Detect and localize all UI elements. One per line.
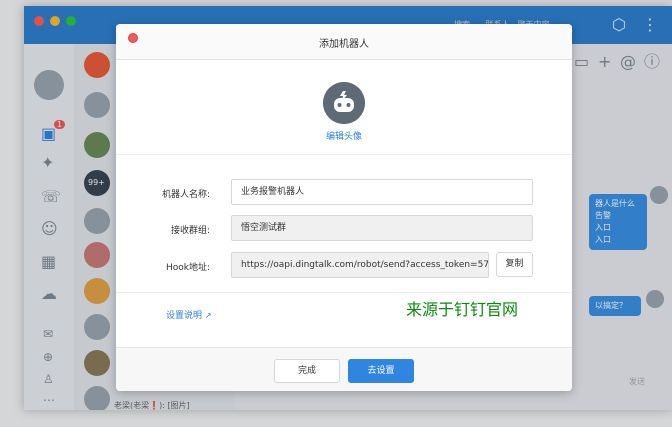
- robot-avatar[interactable]: [323, 82, 365, 124]
- receive-group-field: 悟空测试群: [231, 215, 533, 241]
- robot-icon: [323, 82, 365, 124]
- dialog-header: 添加机器人: [116, 24, 572, 60]
- done-button[interactable]: 完成: [274, 359, 340, 383]
- dialog-footer: 完成 去设置: [116, 347, 572, 391]
- receive-group-label: 接收群组:: [170, 226, 210, 236]
- edit-avatar-link[interactable]: 编辑头像: [116, 129, 572, 142]
- hook-url-field[interactable]: https://oapi.dingtalk.com/robot/send?acc…: [231, 252, 489, 278]
- divider: [116, 292, 572, 293]
- setup-help-link[interactable]: 设置说明 ↗: [166, 308, 212, 321]
- setup-help-label: 设置说明: [166, 311, 203, 321]
- robot-name-input[interactable]: 业务报警机器人: [231, 179, 533, 205]
- go-settings-button[interactable]: 去设置: [348, 359, 414, 383]
- robot-name-label: 机器人名称:: [161, 190, 210, 200]
- source-watermark: 来源于钉钉官网: [406, 300, 519, 319]
- hook-label: Hook地址:: [165, 263, 210, 273]
- add-robot-dialog: 添加机器人 编辑头像 机器人名称: 业务报警机器人 接收群组: 悟空测试群 Ho…: [116, 24, 572, 391]
- dialog-title: 添加机器人: [319, 39, 369, 50]
- divider: [116, 154, 572, 155]
- external-link-icon: ↗: [204, 311, 212, 320]
- copy-button[interactable]: 复制: [496, 252, 533, 277]
